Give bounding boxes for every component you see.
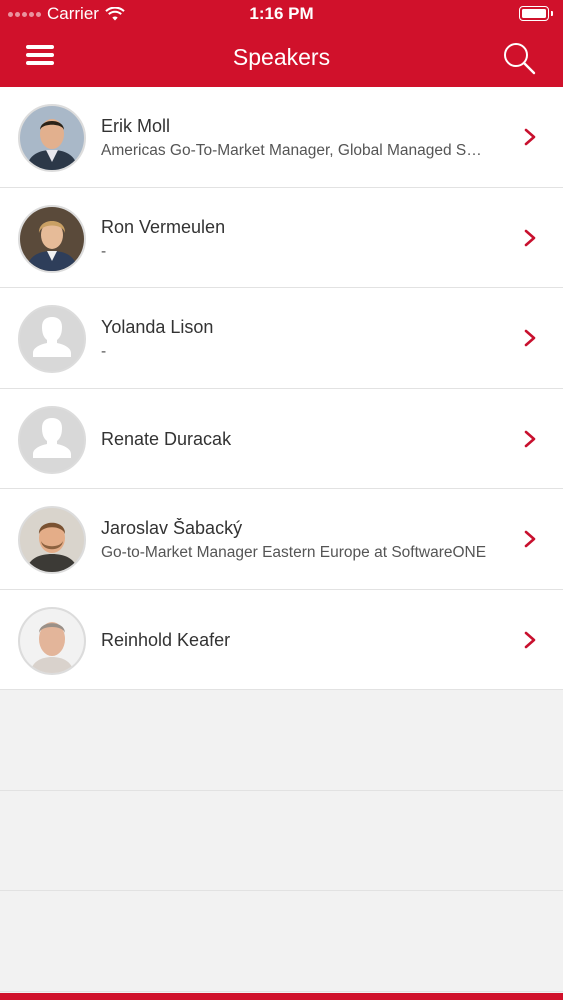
chevron-right-icon: [524, 631, 536, 648]
bottom-accent-bar: [0, 993, 563, 1000]
status-bar: Carrier 1:16 PM: [0, 0, 563, 28]
empty-row: [0, 891, 563, 992]
empty-row: [0, 790, 563, 891]
page-title: Speakers: [232, 44, 331, 70]
battery-icon: [519, 6, 553, 21]
status-time: 1:16 PM: [249, 4, 314, 23]
chevron-right-icon: [524, 530, 536, 548]
avatar: [18, 104, 86, 172]
speaker-row[interactable]: Erik Moll Americas Go-To-Market Manager,…: [0, 87, 563, 188]
speaker-row[interactable]: Renate Duracak: [0, 388, 563, 489]
speaker-name: Reinhold Keafer: [101, 629, 231, 650]
search-icon[interactable]: [501, 40, 537, 76]
speaker-title: Go-to-Market Manager Eastern Europe at S…: [101, 544, 487, 561]
speaker-row[interactable]: Reinhold Keafer: [0, 589, 563, 690]
speaker-title: -: [101, 242, 107, 260]
avatar: [18, 506, 86, 574]
avatar-placeholder-icon: [18, 405, 86, 474]
speaker-name: Yolanda Lison: [101, 317, 214, 337]
speaker-name: Jaroslav Šabacký: [101, 518, 243, 538]
speaker-name: Erik Moll: [101, 116, 171, 136]
speaker-row[interactable]: Ron Vermeulen -: [0, 187, 563, 288]
speaker-row[interactable]: Yolanda Lison -: [0, 288, 563, 389]
avatar: [18, 204, 86, 273]
chevron-right-icon: [524, 430, 536, 447]
speaker-name: Renate Duracak: [101, 428, 232, 449]
chevron-right-icon: [524, 329, 536, 347]
chevron-right-icon: [524, 128, 536, 146]
avatar: [18, 606, 86, 675]
speaker-list: Erik Moll Americas Go-To-Market Manager,…: [0, 87, 563, 992]
speaker-name: Ron Vermeulen: [101, 216, 226, 237]
speaker-title: -: [101, 343, 107, 360]
avatar-placeholder-icon: [18, 305, 86, 373]
empty-row: [0, 690, 563, 791]
chevron-right-icon: [524, 229, 536, 246]
speaker-row[interactable]: Jaroslav Šabacký Go-to-Market Manager Ea…: [0, 489, 563, 590]
nav-bar: Speakers: [0, 28, 563, 87]
speaker-title: Americas Go-To-Market Manager, Global Ma…: [101, 142, 482, 159]
